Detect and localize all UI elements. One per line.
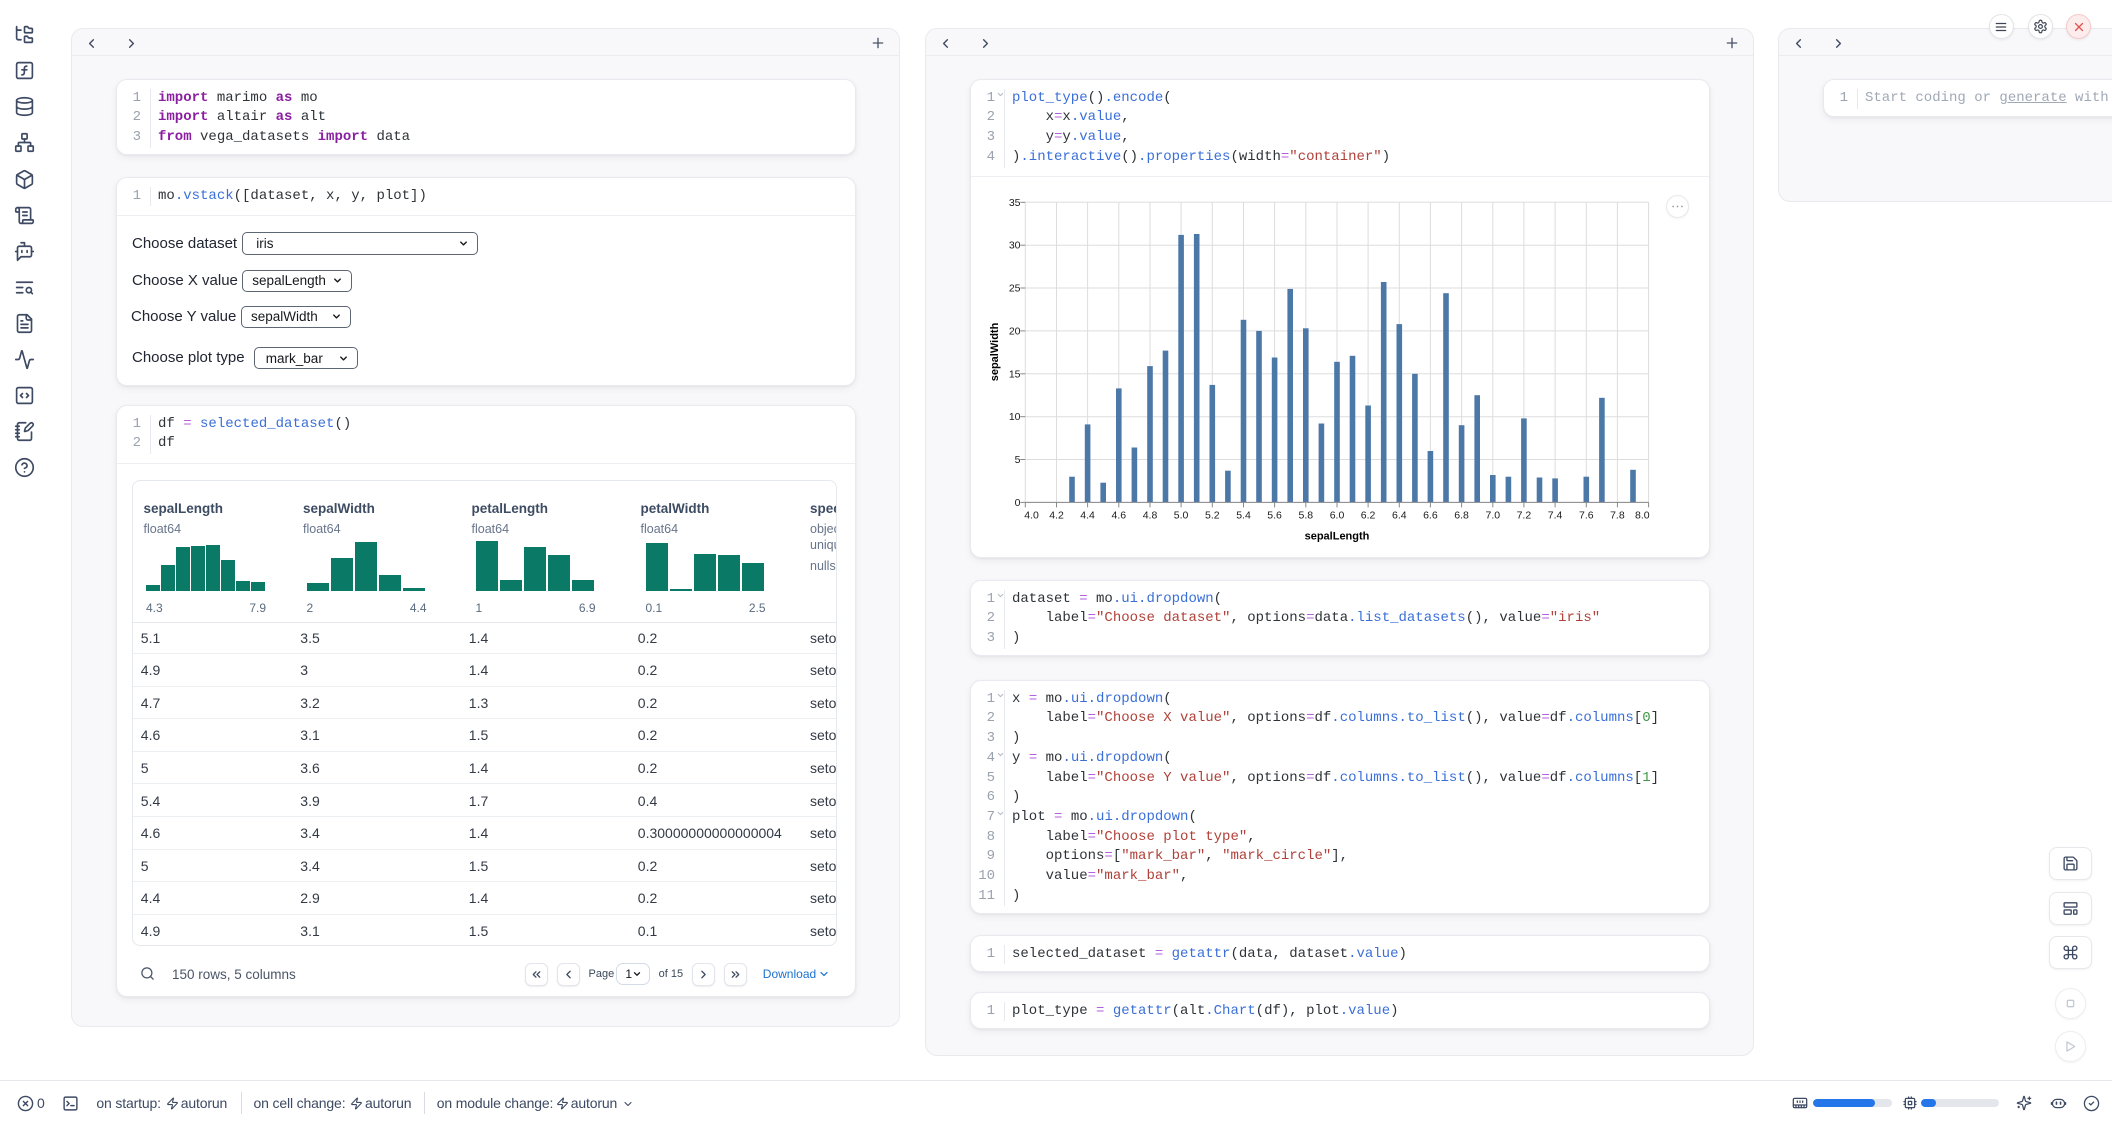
svg-text:5.2: 5.2 bbox=[1205, 510, 1220, 522]
svg-text:4.0: 4.0 bbox=[1024, 510, 1039, 522]
svg-text:10: 10 bbox=[1009, 411, 1021, 423]
svg-text:sepalLength: sepalLength bbox=[1305, 531, 1370, 543]
svg-text:6.6: 6.6 bbox=[1423, 510, 1438, 522]
svg-text:8.0: 8.0 bbox=[1635, 510, 1650, 522]
svg-text:4.4: 4.4 bbox=[1080, 510, 1095, 522]
svg-text:35: 35 bbox=[1009, 197, 1021, 209]
svg-text:20: 20 bbox=[1009, 325, 1021, 337]
svg-text:30: 30 bbox=[1009, 240, 1021, 252]
svg-text:5.4: 5.4 bbox=[1236, 510, 1251, 522]
svg-text:15: 15 bbox=[1009, 368, 1021, 380]
svg-text:5.8: 5.8 bbox=[1298, 510, 1313, 522]
svg-text:5: 5 bbox=[1015, 454, 1021, 466]
svg-text:7.4: 7.4 bbox=[1548, 510, 1563, 522]
svg-text:4.8: 4.8 bbox=[1143, 510, 1158, 522]
svg-text:4.6: 4.6 bbox=[1111, 510, 1126, 522]
svg-text:6.8: 6.8 bbox=[1454, 510, 1469, 522]
svg-text:4.2: 4.2 bbox=[1049, 510, 1064, 522]
svg-text:6.4: 6.4 bbox=[1392, 510, 1407, 522]
svg-text:7.8: 7.8 bbox=[1610, 510, 1625, 522]
svg-text:5.0: 5.0 bbox=[1174, 510, 1189, 522]
svg-text:7.0: 7.0 bbox=[1485, 510, 1500, 522]
svg-text:6.0: 6.0 bbox=[1330, 510, 1345, 522]
svg-text:7.2: 7.2 bbox=[1517, 510, 1532, 522]
svg-text:sepalWidth: sepalWidth bbox=[989, 322, 1001, 381]
svg-text:6.2: 6.2 bbox=[1361, 510, 1376, 522]
svg-text:5.6: 5.6 bbox=[1267, 510, 1282, 522]
svg-text:7.6: 7.6 bbox=[1579, 510, 1594, 522]
svg-text:0: 0 bbox=[1015, 497, 1021, 509]
svg-text:25: 25 bbox=[1009, 283, 1021, 295]
